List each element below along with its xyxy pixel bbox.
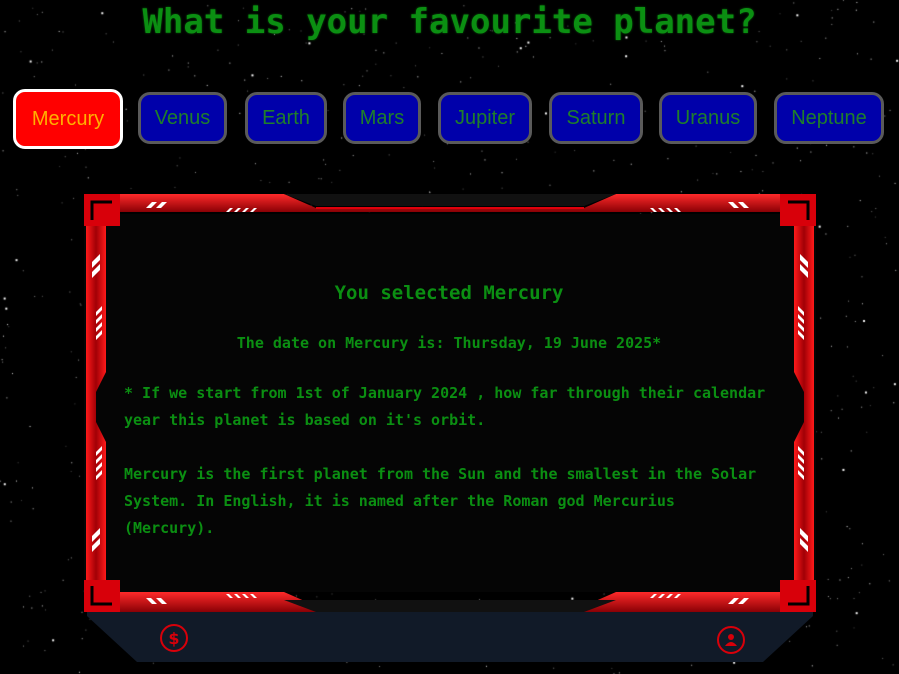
planet-description: Mercury is the first planet from the Sun… (124, 465, 757, 537)
planet-info-panel: You selected Mercury The date on Mercury… (124, 280, 774, 542)
planet-button-mars[interactable]: Mars (343, 92, 421, 144)
planet-button-saturn[interactable]: Saturn (549, 92, 643, 144)
planet-button-jupiter[interactable]: Jupiter (438, 92, 532, 144)
bottom-bar-graphic (87, 612, 813, 662)
planet-button-venus[interactable]: Venus (138, 92, 227, 144)
planet-button-neptune[interactable]: Neptune (774, 92, 884, 144)
user-icon[interactable] (717, 626, 745, 654)
page-title: What is your favourite planet? (142, 2, 757, 42)
planet-button-mercury[interactable]: Mercury (13, 89, 123, 149)
selected-planet-heading: You selected Mercury (334, 282, 564, 304)
planet-date-text: The date on Mercury is: Thursday, 19 Jun… (236, 334, 662, 352)
calendar-footnote: * If we start from 1st of January 2024 ,… (124, 384, 766, 429)
planet-button-earth[interactable]: Earth (245, 92, 327, 144)
hud-bottom-bar: $ (87, 612, 813, 662)
user-icon-glyph (725, 634, 737, 646)
dollar-icon[interactable]: $ (160, 624, 188, 652)
planet-button-uranus[interactable]: Uranus (659, 92, 757, 144)
